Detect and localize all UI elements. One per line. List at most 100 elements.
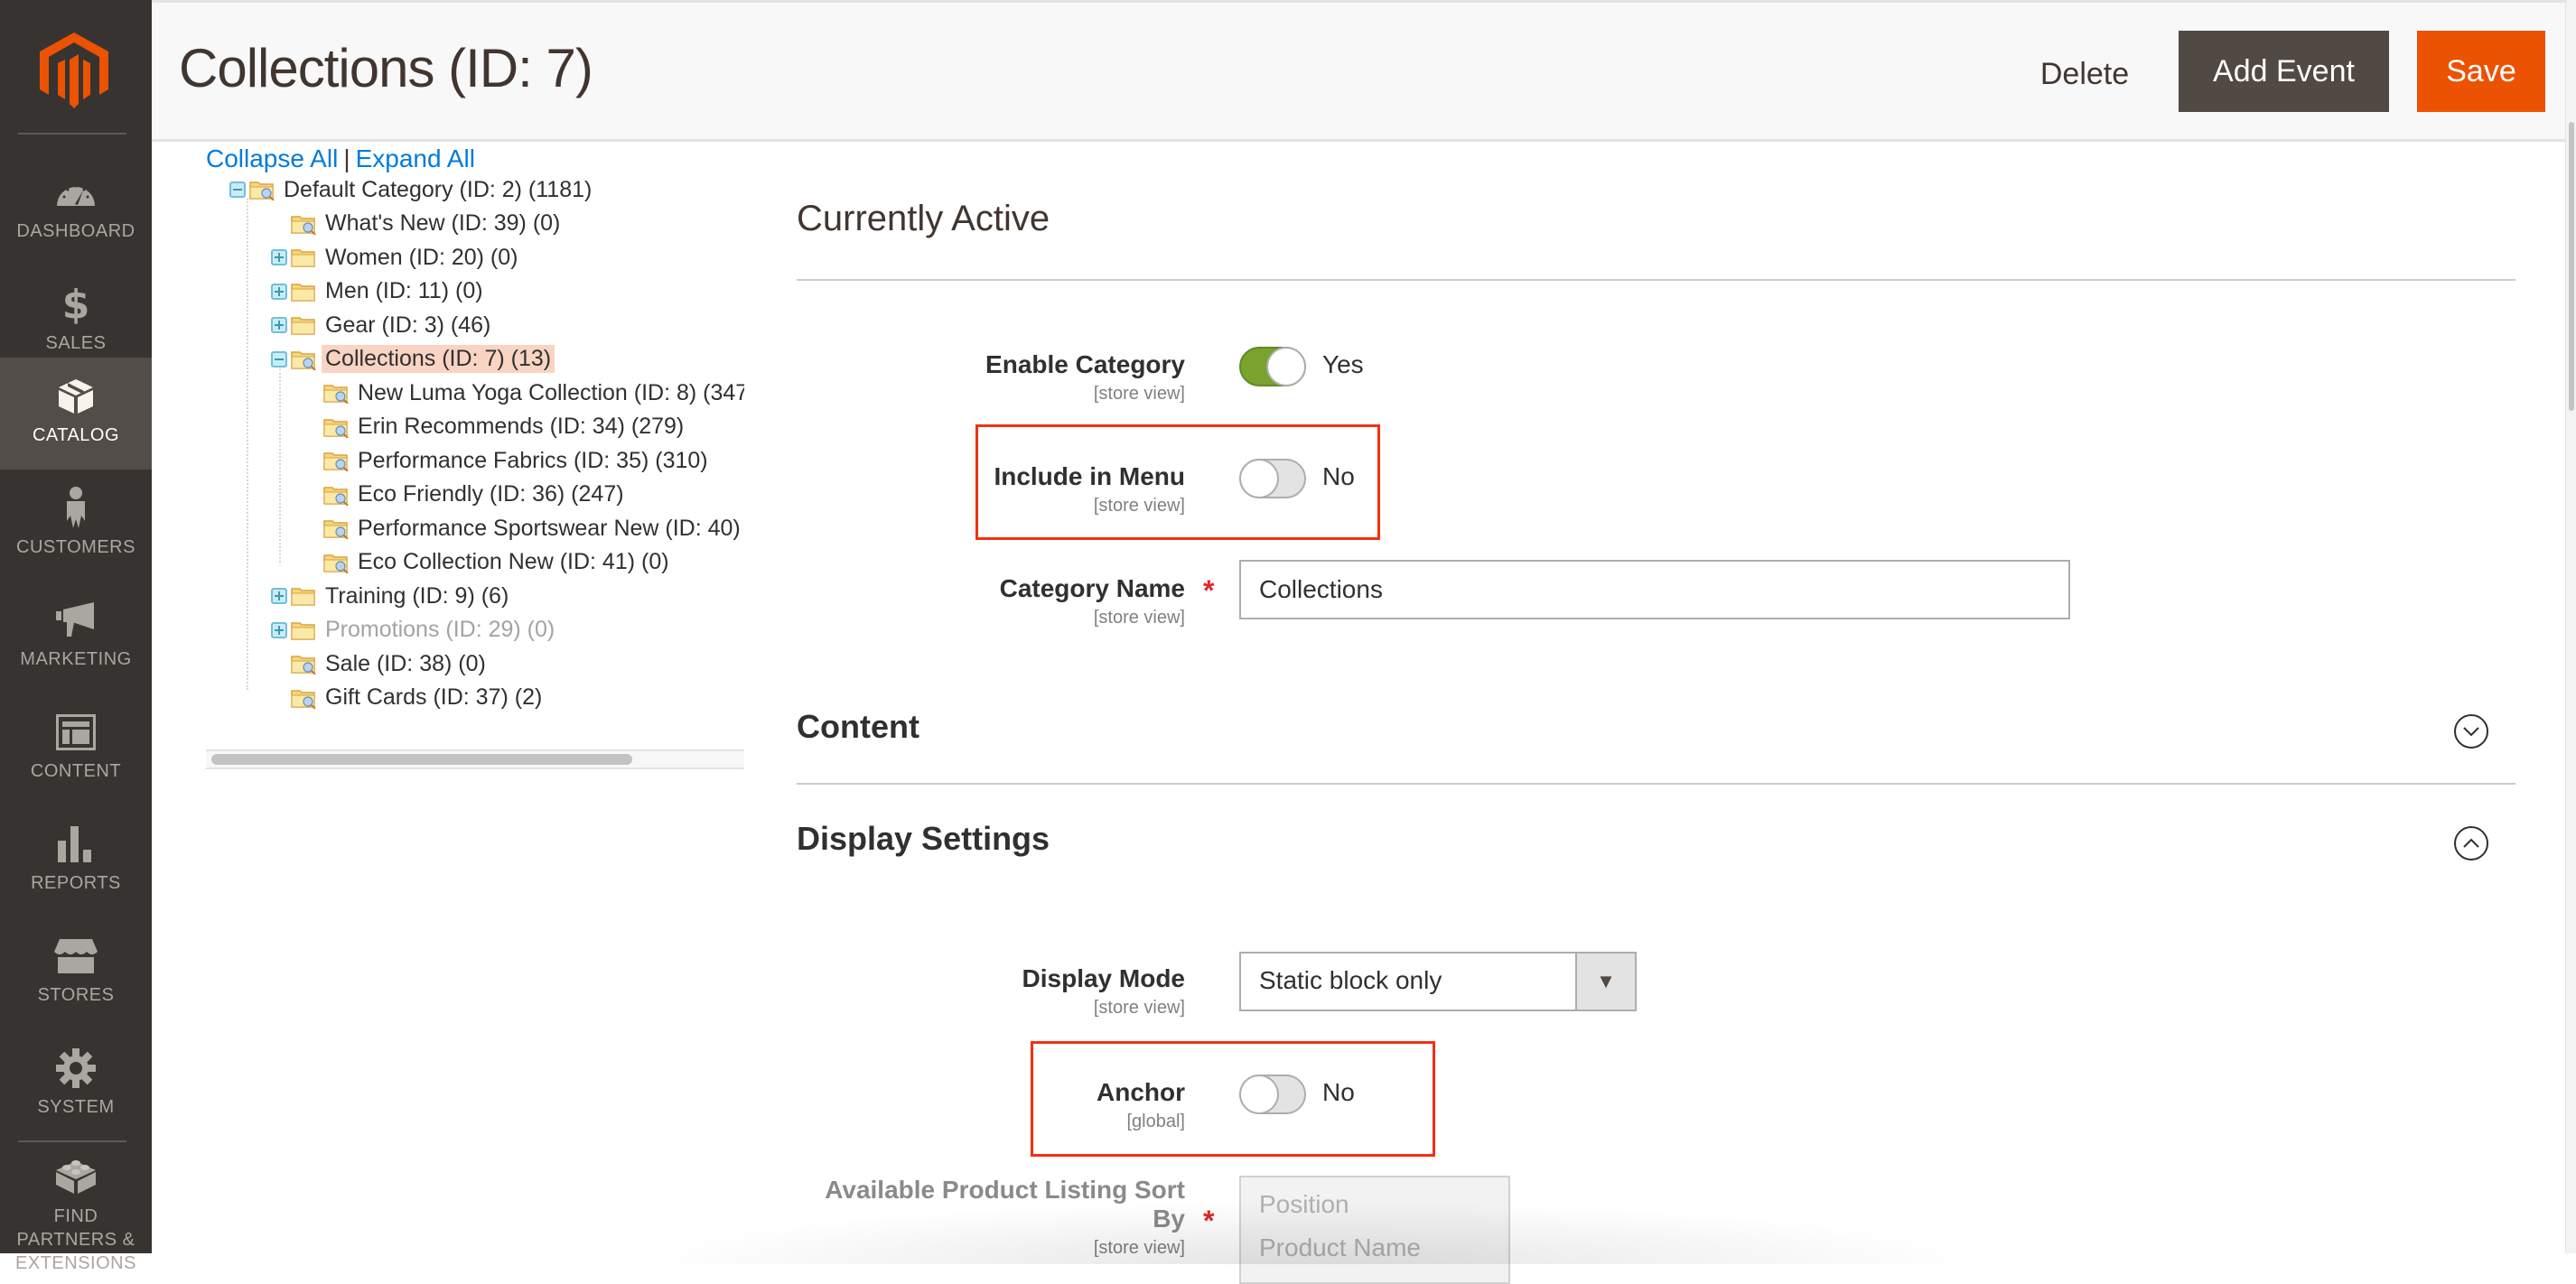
required-asterisk: *: [1203, 1205, 1215, 1237]
tree-node-label: What's New (ID: 39) (0): [325, 210, 561, 236]
delete-button[interactable]: Delete: [2030, 33, 2139, 115]
tree-node[interactable]: Eco Friendly (ID: 36) (247): [303, 479, 628, 511]
display-mode-select[interactable]: Static block only ▼: [1239, 952, 1637, 1011]
folder-icon: [291, 247, 316, 268]
sidebar-item-system[interactable]: SYSTEM: [0, 1029, 152, 1141]
collapse-all-link[interactable]: Collapse All: [206, 144, 338, 172]
tree-node[interactable]: Women (ID: 20) (0): [271, 241, 521, 274]
tree-node-label: Collections (ID: 7) (13): [322, 345, 555, 373]
sort-by-scope: [store view]: [1093, 1238, 1185, 1258]
dropdown-arrow-icon: ▼: [1575, 954, 1635, 1010]
add-event-button[interactable]: Add Event: [2179, 31, 2389, 112]
include-in-menu-value: No: [1322, 462, 1355, 490]
section-divider: [797, 279, 2515, 281]
page-title: Collections (ID: 7): [179, 38, 593, 98]
magento-logo[interactable]: [40, 33, 108, 108]
layout-icon: [0, 712, 152, 753]
folder-search-icon: [323, 416, 349, 439]
expand-node-icon[interactable]: [271, 283, 287, 300]
tree-guide-line: [247, 199, 248, 690]
bar-chart-icon: [0, 823, 152, 865]
sidebar-item-marketing[interactable]: MARKETING: [0, 582, 152, 693]
sidebar-item-label: STORES: [37, 985, 115, 1005]
expand-all-link[interactable]: Expand All: [356, 144, 475, 172]
sidebar-item-stores[interactable]: STORES: [0, 917, 152, 1029]
enable-category-toggle[interactable]: [1239, 347, 1306, 386]
gear-icon: [0, 1047, 152, 1089]
folder-icon: [291, 619, 316, 641]
tree-node[interactable]: Gift Cards (ID: 37) (2): [271, 682, 546, 714]
expand-section-icon[interactable]: [2454, 714, 2488, 749]
enable-category-scope: [store view]: [1093, 384, 1185, 404]
sort-option[interactable]: Position: [1259, 1190, 1349, 1219]
sort-by-multiselect[interactable]: Position Product Name: [1239, 1176, 1510, 1284]
anchor-value: No: [1322, 1078, 1355, 1106]
tree-scrollbar-thumb[interactable]: [211, 754, 632, 765]
toggle-knob: [1239, 459, 1279, 498]
toggle-knob: [1266, 347, 1306, 386]
sidebar-item-customers[interactable]: CUSTOMERS: [0, 470, 152, 582]
category-name-input[interactable]: [1239, 560, 2070, 619]
sidebar-item-find-partners[interactable]: FIND PARTNERS & EXTENSIONS: [0, 1145, 152, 1273]
tree-node[interactable]: Default Category (ID: 2) (1181): [229, 173, 595, 206]
folder-search-icon: [291, 653, 316, 675]
link-separator: |: [343, 144, 350, 172]
collapse-section-icon[interactable]: [2454, 826, 2488, 861]
page-scrollbar-thumb[interactable]: [2569, 122, 2574, 411]
enable-category-label: Enable Category: [985, 350, 1185, 378]
tree-node-label: Women (ID: 20) (0): [325, 244, 518, 270]
tree-guide-line: [279, 368, 281, 563]
anchor-toggle[interactable]: [1239, 1075, 1306, 1114]
sidebar-divider: [18, 1140, 126, 1142]
collapse-node-icon[interactable]: [229, 181, 246, 198]
tree-node[interactable]: Training (ID: 9) (6): [271, 580, 512, 612]
tree-node[interactable]: Men (ID: 11) (0): [271, 275, 487, 308]
tree-node[interactable]: Performance Sportswear New (ID: 40) (: [303, 512, 744, 544]
sort-by-label-line1: Available Product Listing Sort: [825, 1176, 1185, 1204]
enable-category-value: Yes: [1322, 350, 1364, 378]
tree-node[interactable]: Erin Recommends (ID: 34) (279): [303, 411, 687, 443]
expand-node-icon[interactable]: [271, 249, 287, 265]
tree-node[interactable]: Collections (ID: 7) (13): [271, 343, 555, 376]
tree-node[interactable]: What's New (ID: 39) (0): [271, 208, 564, 240]
storefront-icon: [0, 935, 152, 977]
tree-node[interactable]: Eco Collection New (ID: 41) (0): [303, 546, 673, 579]
tree-horizontal-scrollbar[interactable]: [206, 749, 744, 769]
save-button[interactable]: Save: [2417, 31, 2545, 112]
section-divider: [797, 783, 2515, 785]
sidebar-item-label: CONTENT: [30, 761, 122, 781]
dollar-icon: $: [61, 281, 90, 328]
tree-node-label: Performance Fabrics (ID: 35) (310): [358, 447, 708, 473]
folder-search-icon: [323, 552, 349, 574]
tree-node[interactable]: Gear (ID: 3) (46): [271, 309, 494, 341]
admin-sidebar: DASHBOARD $ SALES CATALOG CUSTOMERS MARK…: [0, 0, 152, 1273]
display-settings-section-title[interactable]: Display Settings: [797, 820, 1050, 858]
sort-option[interactable]: Product Name: [1259, 1233, 1421, 1262]
category-name-label: Category Name: [999, 574, 1185, 602]
expand-node-icon[interactable]: [271, 621, 287, 638]
tree-expand-collapse-links: Collapse All | Expand All: [206, 141, 475, 177]
include-in-menu-scope: [store view]: [1093, 496, 1185, 516]
tree-node-label: Eco Friendly (ID: 36) (247): [358, 481, 624, 507]
expand-node-icon[interactable]: [271, 317, 287, 333]
sidebar-item-dashboard[interactable]: DASHBOARD: [0, 154, 152, 265]
expand-node-icon[interactable]: [271, 588, 287, 604]
folder-search-icon: [323, 450, 349, 472]
folder-search-icon: [323, 517, 349, 540]
tree-node[interactable]: Sale (ID: 38) (0): [271, 647, 490, 680]
folder-search-icon: [249, 179, 275, 201]
tree-node[interactable]: Performance Fabrics (ID: 35) (310): [303, 444, 712, 477]
page-vertical-scrollbar[interactable]: [2565, 0, 2576, 1253]
folder-search-icon: [291, 213, 316, 236]
collapse-node-icon[interactable]: [271, 350, 287, 368]
required-asterisk: *: [1203, 574, 1215, 607]
sidebar-item-content[interactable]: CONTENT: [0, 693, 152, 805]
sidebar-item-reports[interactable]: REPORTS: [0, 805, 152, 917]
folder-icon: [291, 281, 316, 302]
include-in-menu-toggle[interactable]: [1239, 459, 1306, 498]
tree-node[interactable]: Promotions (ID: 29) (0): [271, 614, 558, 647]
sidebar-item-catalog[interactable]: CATALOG: [0, 358, 152, 470]
tree-node[interactable]: New Luma Yoga Collection (ID: 8) (347): [303, 377, 744, 409]
dashboard-icon: [0, 172, 152, 213]
content-section-title[interactable]: Content: [797, 708, 919, 746]
